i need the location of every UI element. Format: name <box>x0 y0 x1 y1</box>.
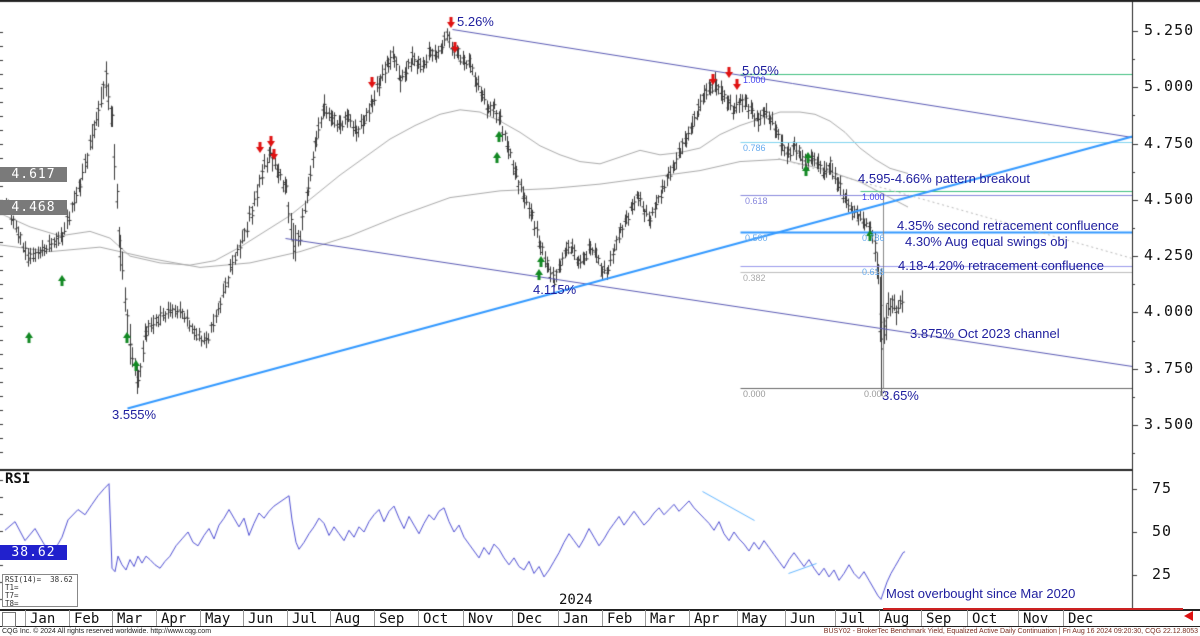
month-label: Aug <box>335 612 360 626</box>
rsi-study-legend[interactable]: RSI(14)= 38.62 T1= T7= T8= <box>2 574 78 607</box>
month-label: May <box>742 612 767 626</box>
price-axis-label: 4.250 <box>1144 248 1194 263</box>
month-separator <box>1018 610 1019 626</box>
status-contract-text: BUSY02 - BrokerTec Benchmark Yield, Equa… <box>824 628 1198 635</box>
month-label: Jul <box>840 612 865 626</box>
month-separator <box>200 610 201 626</box>
time-axis-corner-box <box>2 612 16 627</box>
month-label: Nov <box>468 612 493 626</box>
fib-level-label: 0.000 <box>743 390 766 399</box>
fib-level-label: 1.000 <box>862 193 885 202</box>
month-separator <box>921 610 922 626</box>
month-separator <box>374 610 375 626</box>
annotation-text: 4.18-4.20% retracement confluence <box>898 259 1104 272</box>
month-label: Jan <box>30 612 55 626</box>
month-label: Mar <box>117 612 142 626</box>
month-separator <box>243 610 244 626</box>
rsi-axis-label: 25 <box>1152 567 1172 582</box>
month-separator <box>689 610 690 626</box>
month-label: Jul <box>292 612 317 626</box>
rsi-value-tag: 38.62 <box>0 545 67 560</box>
month-label: Apr <box>694 612 719 626</box>
month-label: Jun <box>248 612 273 626</box>
month-separator <box>112 610 113 626</box>
month-label: Apr <box>161 612 186 626</box>
price-axis-label: 5.000 <box>1144 79 1194 94</box>
month-separator <box>512 610 513 626</box>
month-separator <box>25 610 26 626</box>
fib-level-label: 0.500 <box>745 234 768 243</box>
month-label: Feb <box>74 612 99 626</box>
month-separator <box>558 610 559 626</box>
future-session-red-line <box>883 608 1183 610</box>
month-label: Dec <box>517 612 542 626</box>
scroll-left-red-arrow-icon[interactable] <box>1184 611 1193 621</box>
cqg-chart-window: { "status_bar": { "left": "CQG Inc. © 20… <box>0 0 1200 636</box>
month-separator <box>330 610 331 626</box>
fib-level-label: 0.786 <box>743 144 766 153</box>
month-separator <box>287 610 288 626</box>
month-label: Oct <box>423 612 448 626</box>
month-separator <box>69 610 70 626</box>
fib-level-label: 0.786 <box>862 234 885 243</box>
month-separator <box>156 610 157 626</box>
month-separator <box>463 610 464 626</box>
month-separator <box>602 610 603 626</box>
month-separator <box>785 610 786 626</box>
month-separator <box>967 610 968 626</box>
month-separator <box>1063 610 1064 626</box>
month-label: Mar <box>650 612 675 626</box>
price-axis-label: 3.500 <box>1144 417 1194 432</box>
month-separator <box>879 610 880 626</box>
annotation-text: 4.595-4.66% pattern breakout <box>858 172 1030 185</box>
fib-level-label: 0.000 <box>864 390 887 399</box>
month-label: Oct <box>972 612 997 626</box>
month-label: Sep <box>379 612 404 626</box>
month-label: Feb <box>607 612 632 626</box>
annotation-text: 3.65% <box>882 389 919 402</box>
fib-level-label: 0.618 <box>862 268 885 277</box>
price-axis-tag: 4.468 <box>0 200 67 215</box>
status-copyright-text: CQG Inc. © 2024 All rights reserved worl… <box>2 628 211 635</box>
fib-level-label: 1.000 <box>743 76 766 85</box>
annotation-text: 3.875% Oct 2023 channel <box>910 327 1060 340</box>
month-label: May <box>205 612 230 626</box>
annotation-text: 3.555% <box>112 408 156 421</box>
rsi-axis-label: 50 <box>1152 524 1172 539</box>
month-separator <box>418 610 419 626</box>
fib-level-label: 0.382 <box>743 274 766 283</box>
month-separator <box>835 610 836 626</box>
price-rsi-chart-canvas <box>0 0 1200 636</box>
month-label: Nov <box>1023 612 1048 626</box>
price-axis-label: 4.000 <box>1144 304 1194 319</box>
month-label: Dec <box>1068 612 1093 626</box>
status-bar: CQG Inc. © 2024 All rights reserved worl… <box>0 628 1200 636</box>
price-axis-label: 3.750 <box>1144 361 1194 376</box>
annotation-text: 4.30% Aug equal swings obj <box>905 235 1068 248</box>
annotation-text: 4.35% second retracement confluence <box>897 219 1119 232</box>
month-separator <box>645 610 646 626</box>
annotation-text: 5.26% <box>457 15 494 28</box>
month-label: Jun <box>790 612 815 626</box>
rsi-axis-label: 75 <box>1152 481 1172 496</box>
rsi-panel-title: RSI <box>5 472 30 486</box>
rsi-legend-line4: T8= <box>5 600 75 608</box>
x-axis-year-label: 2024 <box>559 593 593 607</box>
fib-level-label: 0.618 <box>745 197 768 206</box>
month-separator <box>737 610 738 626</box>
month-label: Sep <box>926 612 951 626</box>
annotation-text: Most overbought since Mar 2020 <box>886 587 1075 600</box>
price-axis-label: 5.250 <box>1144 23 1194 38</box>
month-label: Jan <box>563 612 588 626</box>
annotation-text: 4.115% <box>533 283 576 296</box>
price-axis-label: 4.750 <box>1144 136 1194 151</box>
price-axis-tag: 4.617 <box>0 167 67 182</box>
month-label: Aug <box>884 612 909 626</box>
price-axis-label: 4.500 <box>1144 192 1194 207</box>
